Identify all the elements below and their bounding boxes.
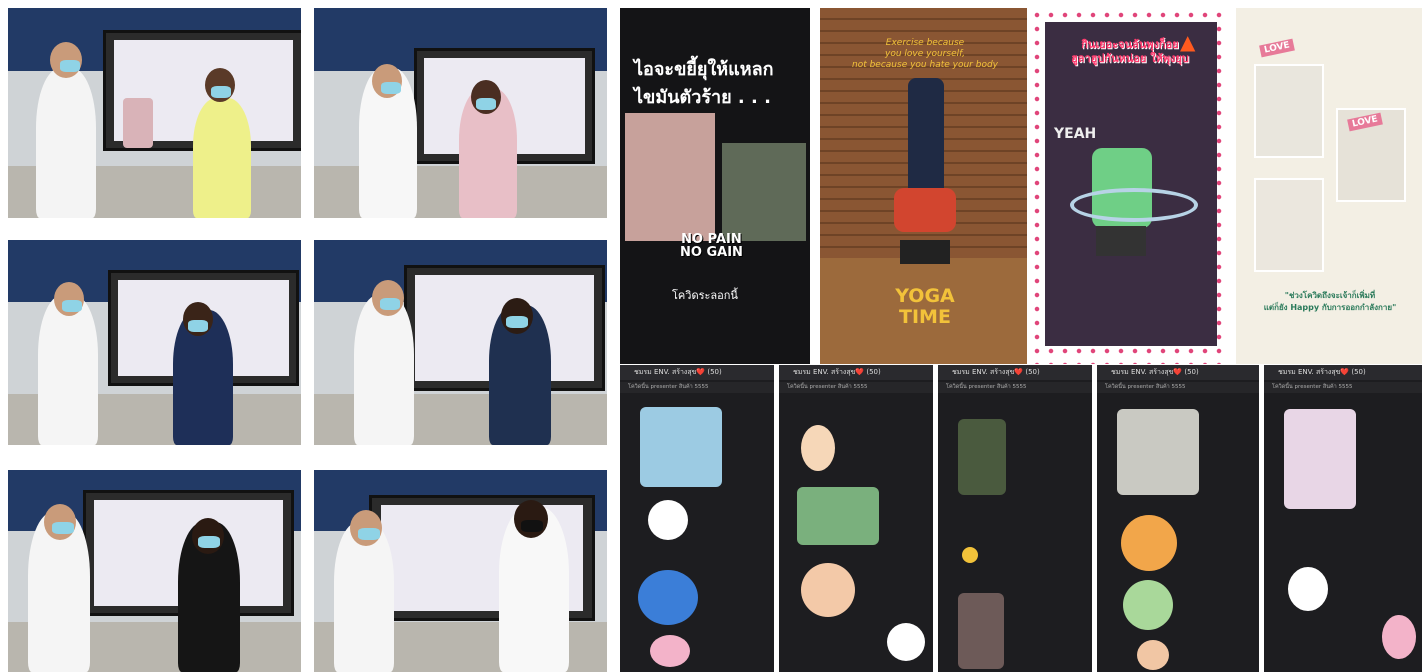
chat-title: ชมรม ENV. สร้างสุข❤️ (50) — [1264, 365, 1422, 380]
chat-title: ชมรม ENV. สร้างสุข❤️ (50) — [1097, 365, 1259, 380]
exercise-video-4: LOVE LOVE "ช่วงโควิดถึงจะเจ้าก็เพิ่มที่ … — [1236, 8, 1422, 364]
no-pain-sticker: NO PAIN NO GAIN — [680, 233, 743, 259]
chat-screenshot-2: ชมรม ENV. สร้างสุข❤️ (50) โควิดนี้น pres… — [779, 365, 933, 672]
fire-icon: ▲ — [1180, 30, 1196, 54]
award-photo-2 — [314, 8, 607, 218]
chat-screenshot-5: ชมรม ENV. สร้างสุข❤️ (50) โควิดนี้น pres… — [1264, 365, 1422, 672]
award-photo-4 — [314, 240, 607, 445]
yoga-time-title: YOGA TIME — [890, 286, 960, 328]
headline-line-2: ไขมันตัวร้าย . . . — [634, 87, 771, 108]
title-line-1: YOGA — [895, 285, 955, 307]
award-photo-3 — [8, 240, 301, 445]
chat-title: ชมรม ENV. สร้างสุข❤️ (50) — [620, 365, 774, 380]
caption: โควิดระลอกนี้ — [672, 289, 738, 302]
headline-line-1: ไอจะขยี้ยุให้แหลก — [634, 59, 774, 80]
pinned-notice: โควิดนี้น presenter สินค้า 5555 — [620, 382, 774, 393]
pinned-notice: โควิดนี้น presenter สินค้า 5555 — [1264, 382, 1422, 393]
chat-title: ชมรม ENV. สร้างสุข❤️ (50) — [938, 365, 1092, 380]
exercise-video-3: กินเยอะจนล้นพุงก็อย ฮูลาฮูปกันหน่อย ให้พ… — [1030, 8, 1230, 364]
quote: Exercise because you love yourself, not … — [830, 38, 1020, 71]
pinned-notice: โควิดนี้น presenter สินค้า 5555 — [1097, 382, 1259, 393]
chat-screenshot-1: ชมรม ENV. สร้างสุข❤️ (50) โควิดนี้น pres… — [620, 365, 774, 672]
headline-line-2: ฮูลาฮูปกันหน่อย ให้พุงยุบ — [1071, 52, 1189, 65]
pinned-notice: โควิดนี้น presenter สินค้า 5555 — [779, 382, 933, 393]
award-photo-1 — [8, 8, 301, 218]
quote-line-2: you love yourself, — [885, 49, 965, 59]
exercise-video-2: Exercise because you love yourself, not … — [820, 8, 1027, 364]
exercise-video-1: ไอจะขยี้ยุให้แหลก ไขมันตัวร้าย . . . NO … — [620, 8, 810, 364]
award-photo-5 — [8, 470, 301, 672]
yeah-text: YEAH — [1054, 126, 1097, 142]
sticker-line-2: NO GAIN — [680, 245, 743, 260]
caption: "ช่วงโควิดถึงจะเจ้าก็เพิ่มที่ แต่ก็ยัง H… — [1244, 290, 1416, 314]
caption-line-2: แต่ก็ยัง Happy กับการออกกำลังกาย" — [1263, 303, 1397, 312]
pinned-notice: โควิดนี้น presenter สินค้า 5555 — [938, 382, 1092, 393]
award-photo-6 — [314, 470, 607, 672]
title-line-2: TIME — [899, 306, 951, 328]
chat-title: ชมรม ENV. สร้างสุข❤️ (50) — [779, 365, 933, 380]
quote-line-3: not because you hate your body — [851, 60, 998, 70]
chat-screenshot-3: ชมรม ENV. สร้างสุข❤️ (50) โควิดนี้น pres… — [938, 365, 1092, 672]
caption-line-1: "ช่วงโควิดถึงจะเจ้าก็เพิ่มที่ — [1284, 291, 1376, 300]
quote-line-1: Exercise because — [885, 38, 965, 48]
love-badge-1: LOVE — [1259, 38, 1295, 58]
chat-screenshot-4: ชมรม ENV. สร้างสุข❤️ (50) โควิดนี้น pres… — [1097, 365, 1259, 672]
